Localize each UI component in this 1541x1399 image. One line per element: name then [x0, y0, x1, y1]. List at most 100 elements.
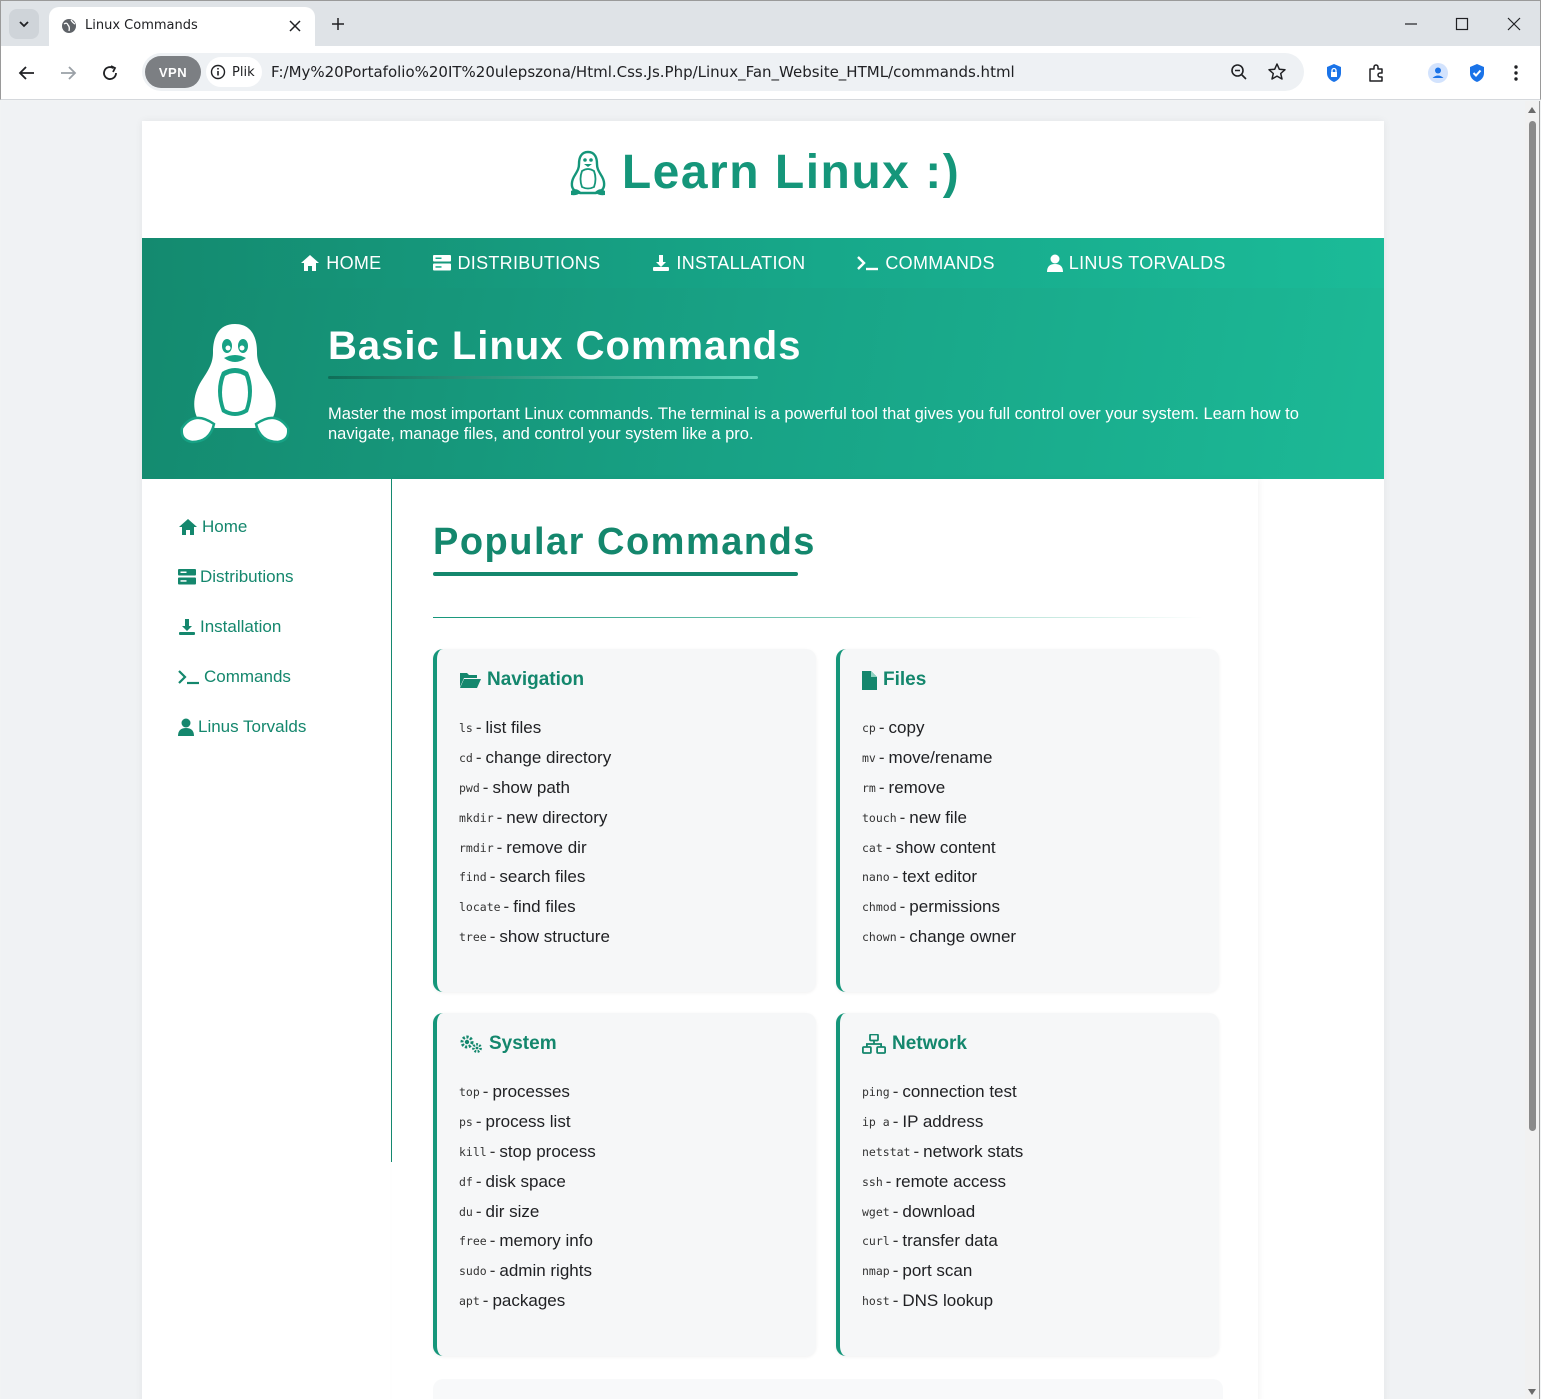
command-item: chown - change owner	[862, 922, 1016, 952]
security-extension-button[interactable]	[1464, 60, 1490, 86]
section-title-underline	[433, 572, 798, 576]
hero-banner: Basic Linux Commands Master the most imp…	[142, 288, 1384, 479]
page-scrollbar[interactable]	[1525, 101, 1540, 1399]
nav-distributions-label: DISTRIBUTIONS	[457, 252, 601, 273]
sidebar-item-installation[interactable]: Installation	[178, 617, 281, 637]
scroll-down-arrow[interactable]	[1528, 1389, 1536, 1395]
scrollbar-thumb[interactable]	[1529, 121, 1536, 1131]
command-item: du - dir size	[459, 1197, 596, 1227]
site-info-label: Plik	[232, 64, 255, 80]
site-logo[interactable]: Learn Linux :)	[142, 145, 1384, 200]
command-separator: -	[878, 777, 885, 797]
info-icon	[210, 64, 226, 80]
command-separator: -	[482, 1081, 489, 1101]
url-text[interactable]: F:/My%20Portafolio%20IT%20ulepszona/Html…	[271, 63, 1015, 81]
site-info-chip[interactable]: Plik	[206, 57, 262, 87]
command-desc: remove	[888, 777, 946, 797]
site-title: Learn Linux :)	[621, 146, 961, 199]
sidebar-item-linus-torvalds[interactable]: Linus Torvalds	[178, 717, 306, 737]
maximize-button[interactable]	[1449, 11, 1475, 37]
forward-button[interactable]	[54, 59, 82, 87]
vpn-extension-button[interactable]	[1321, 60, 1347, 86]
sidebar-item-distributions[interactable]: Distributions	[178, 567, 294, 587]
hero-title: Basic Linux Commands	[328, 324, 802, 368]
command-desc: disk space	[485, 1171, 566, 1191]
reload-icon	[103, 65, 117, 80]
site-header: Learn Linux :)	[142, 121, 1384, 238]
tab-search-button[interactable]	[9, 9, 39, 39]
command-item: sudo - admin rights	[459, 1256, 596, 1286]
extensions-button[interactable]	[1363, 60, 1389, 86]
address-bar[interactable]: VPN Plik F:/My%20Portafolio%20IT%20uleps…	[142, 53, 1304, 91]
reload-button[interactable]	[96, 59, 124, 87]
command-separator: -	[475, 747, 482, 767]
command-separator: -	[489, 1231, 496, 1251]
active-tab[interactable]: Linux Commands	[49, 7, 315, 47]
sidebar-item-label: Distributions	[200, 567, 294, 586]
sidebar-item-label: Commands	[204, 667, 291, 686]
file-icon	[862, 670, 877, 690]
command-separator: -	[892, 1201, 899, 1221]
nav-linus-torvalds[interactable]: LINUS TORVALDS	[1046, 252, 1226, 274]
command-separator: -	[892, 1081, 899, 1101]
command-item: nmap - port scan	[862, 1256, 1023, 1286]
shield-lock-icon	[1327, 64, 1341, 82]
tab-title: Linux Commands	[85, 18, 198, 33]
command-item: mv - move/rename	[862, 743, 1016, 773]
folder-open-icon	[460, 673, 481, 688]
vpn-label: VPN	[158, 64, 188, 80]
nav-linus-label: LINUS TORVALDS	[1068, 252, 1226, 273]
browser-menu-button[interactable]	[1503, 60, 1529, 86]
profile-button[interactable]	[1425, 60, 1451, 86]
vpn-badge[interactable]: VPN	[145, 56, 201, 88]
nav-installation-label: INSTALLATION	[676, 252, 806, 273]
card-title-text: Navigation	[487, 669, 585, 690]
zoom-button[interactable]	[1228, 61, 1250, 83]
command-desc: packages	[492, 1291, 566, 1311]
command-name: locate	[459, 900, 501, 915]
command-card-navigation: Navigation ls - list files cd - change direc…	[433, 649, 816, 992]
hero-description: Master the most important Linux commands…	[328, 405, 1299, 443]
hero-title-underline	[328, 376, 758, 379]
command-name: rm	[862, 780, 876, 795]
command-separator: -	[475, 1111, 482, 1131]
command-separator: -	[475, 1201, 482, 1221]
sidebar-item-home[interactable]: Home	[178, 517, 247, 537]
command-desc: transfer data	[902, 1231, 998, 1251]
nav-distributions[interactable]: DISTRIBUTIONS	[433, 253, 600, 274]
command-name: cd	[459, 750, 473, 765]
nav-installation[interactable]: INSTALLATION	[652, 253, 805, 274]
scroll-up-arrow[interactable]	[1528, 107, 1536, 113]
command-name: ip a	[862, 1114, 890, 1129]
command-desc: network stats	[923, 1141, 1024, 1161]
sidebar-item-commands[interactable]: Commands	[178, 667, 291, 687]
bookmark-button[interactable]	[1266, 61, 1288, 83]
command-desc: find files	[513, 897, 576, 917]
new-tab-button[interactable]	[327, 13, 349, 35]
command-item: cp - copy	[862, 713, 1016, 743]
command-desc: search files	[499, 867, 586, 887]
section-divider	[433, 617, 1203, 618]
command-separator: -	[489, 1141, 496, 1161]
nav-commands[interactable]: COMMANDS	[857, 253, 994, 274]
star-icon	[1268, 63, 1286, 80]
close-icon	[289, 20, 301, 32]
close-window-button[interactable]	[1501, 11, 1527, 37]
command-list: ping - connection test ip a - IP address net…	[862, 1077, 1023, 1316]
browser-toolbar: VPN Plik F:/My%20Portafolio%20IT%20uleps…	[0, 46, 1541, 100]
tux-icon	[180, 324, 290, 444]
minimize-button[interactable]	[1398, 11, 1424, 37]
tab-close-button[interactable]	[285, 16, 305, 36]
command-separator: -	[885, 1171, 892, 1191]
command-desc: remove dir	[506, 837, 587, 857]
home-icon	[301, 255, 320, 271]
command-name: nmap	[862, 1264, 890, 1279]
command-item: kill - stop process	[459, 1137, 596, 1167]
command-item: free - memory info	[459, 1226, 596, 1256]
command-desc: DNS lookup	[902, 1291, 994, 1311]
command-separator: -	[496, 837, 503, 857]
nav-home[interactable]: HOME	[300, 253, 381, 274]
command-desc: remote access	[895, 1171, 1006, 1191]
back-button[interactable]	[13, 59, 41, 87]
card-title-text: Files	[883, 669, 927, 690]
